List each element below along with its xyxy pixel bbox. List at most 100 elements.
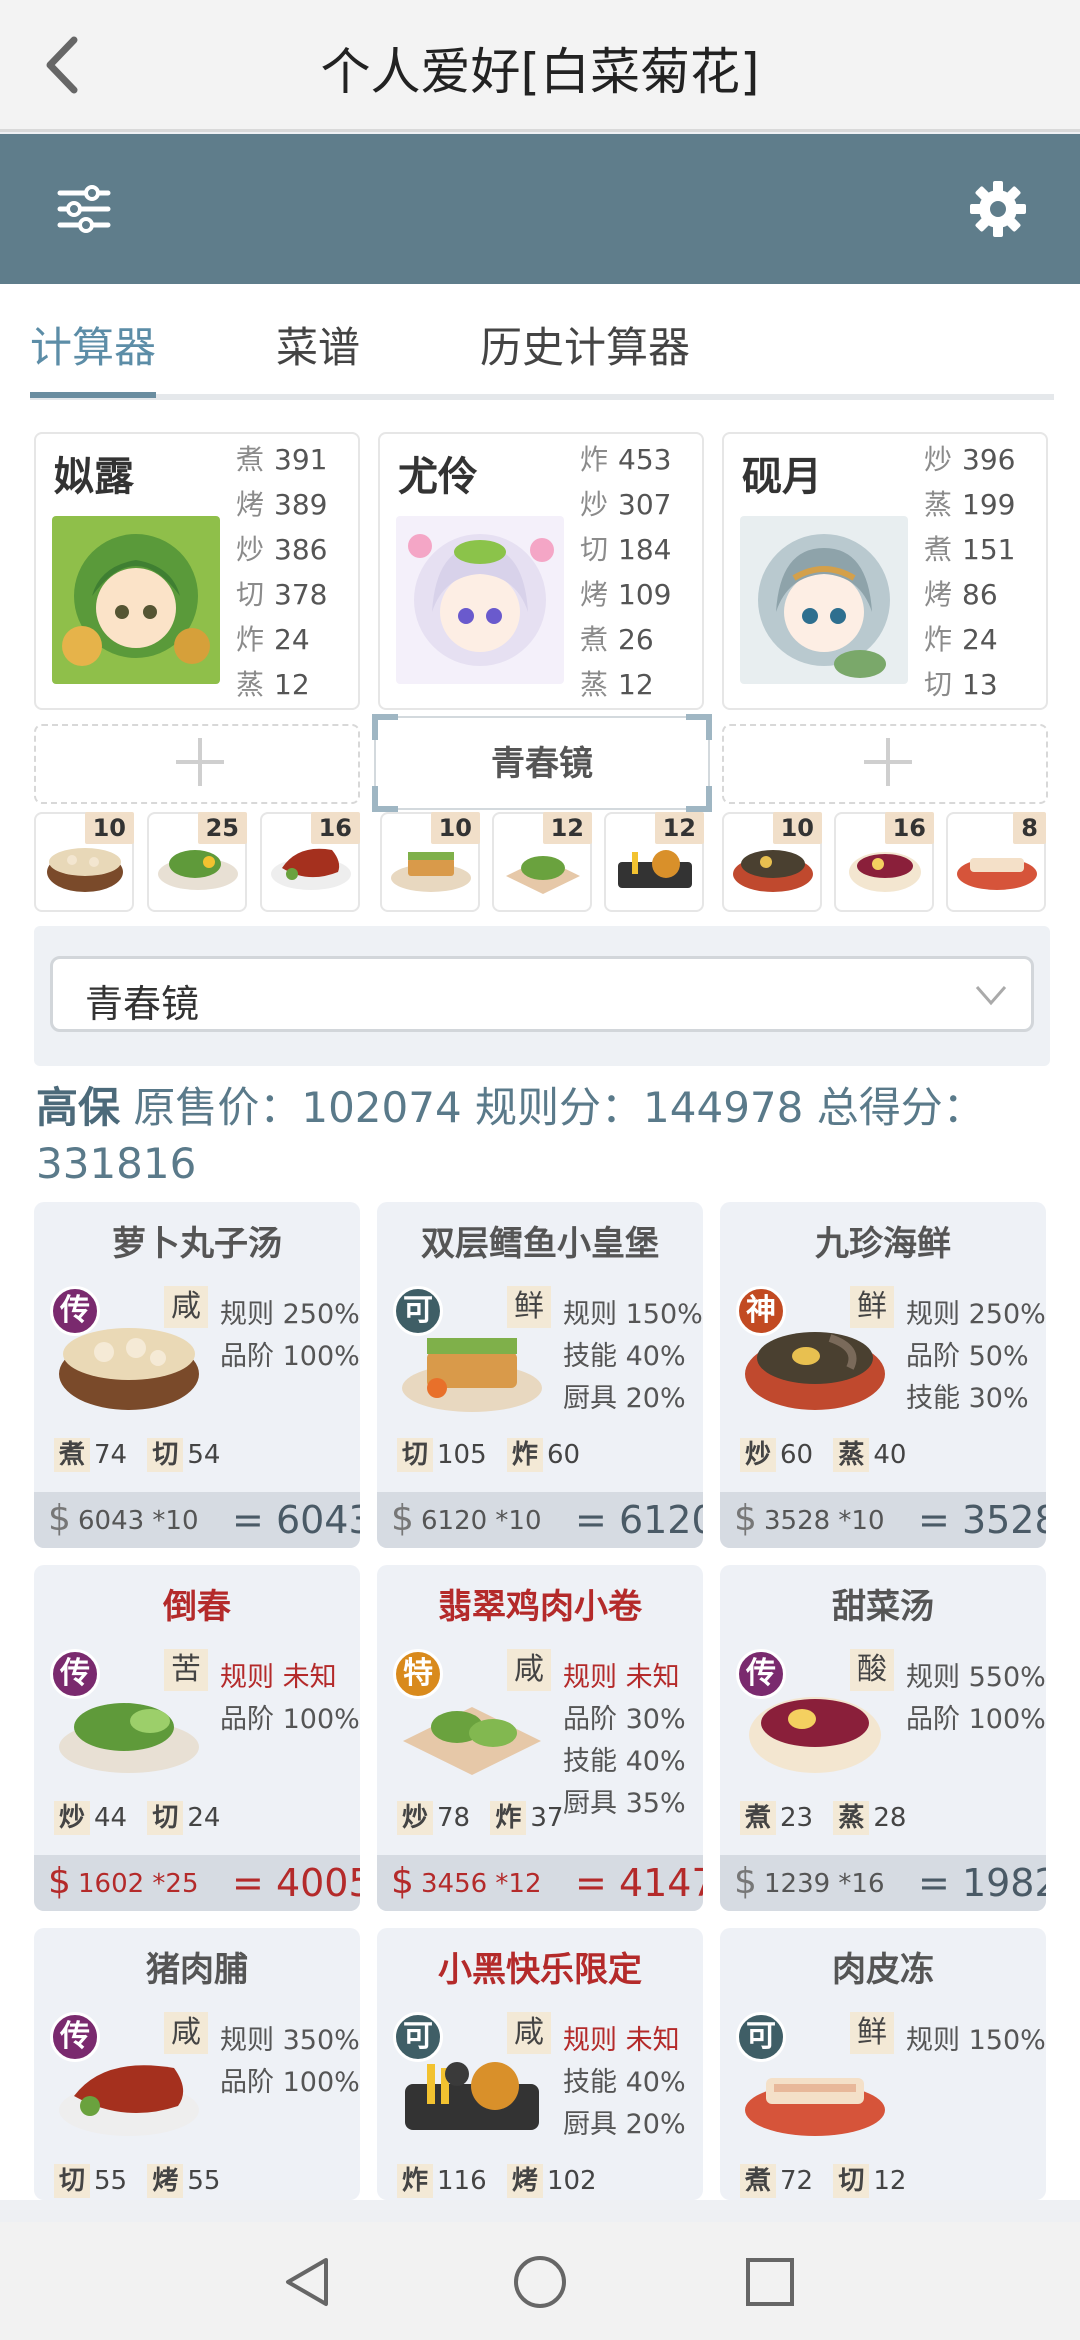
recipe-card[interactable]: 甜菜汤 传 酸 规则 550% 品阶 100% 煮 23 蒸 28 $1239 *1… [720,1565,1046,1911]
recipe-card[interactable]: 萝卜丸子汤 传 咸 规则 250% 品阶 100% 煮 74 切 54 $6043 … [34,1202,360,1548]
skill-row: 炸 24 [924,623,998,656]
bonus-tags: 规则 未知 品阶 30% 技能 40% 厨具 35% [563,1655,701,1823]
recipe-card[interactable]: 猪肉脯 传 咸 规则 350% 品阶 100% 切 55 烤 55 [34,1928,360,2200]
seafood-bowl-image [745,1332,885,1410]
chef-portrait [396,516,564,684]
soup-bowl-image [59,1328,199,1410]
dish-slot[interactable]: 10 [380,812,480,912]
bonus-tag: 品阶 50% [906,1341,1029,1372]
dish-slot[interactable]: 16 [260,812,360,912]
tab-calculator[interactable]: 计算器 [30,314,156,375]
nav-back-icon[interactable] [280,2254,336,2310]
recipe-name: 九珍海鲜 [815,1224,951,1264]
bonus-tag: 厨具 20% [563,1383,686,1414]
bonus-tag: 规则 350% [220,2025,360,2056]
plus-icon [176,738,224,786]
chicken-roll-image [403,1707,541,1775]
skill-requirements: 煮 74 切 54 [54,1434,232,1472]
chef-portrait [52,516,220,684]
dish-slot[interactable]: 10 [34,812,134,912]
equipment-select-container: 青春镜 [34,926,1050,1066]
corner-bracket [372,786,398,812]
bonus-tag: 品阶 100% [220,2067,360,2098]
recipe-name: 甜菜汤 [832,1587,934,1627]
dollar-icon: $ [734,1498,757,1539]
skill-row: 切 378 [236,578,328,611]
tab-recipes[interactable]: 菜谱 [276,314,360,375]
recipe-name: 双层鳕鱼小皇堡 [421,1224,659,1264]
dish-slot[interactable]: 8 [946,812,1046,912]
filter-sliders-icon[interactable] [54,179,114,239]
bonus-tags: 规则 350% 品阶 100% [220,2018,360,2102]
skill-row: 蒸 12 [580,668,654,701]
beet-soup-image [749,1697,881,1773]
bonus-tag: 技能 40% [563,1746,686,1777]
equipment-slot-empty-3[interactable] [722,724,1048,804]
chef-card-1[interactable]: 姒露 煮 391 烤 389 炒 386 切 378 炸 24 蒸 12 [34,432,360,710]
dollar-icon: $ [391,1861,414,1902]
recipe-name: 猪肉脯 [146,1950,248,1990]
skill-row: 切 13 [924,668,998,701]
title-bar: 个人爱好[白菜菊花] [0,0,1080,132]
skill-row: 煮 391 [236,443,328,476]
bonus-tag: 厨具 20% [563,2109,686,2140]
chef-skills: 炸 453 炒 307 切 184 烤 109 煮 26 蒸 12 [580,438,700,708]
bonus-tag: 技能 40% [563,2067,686,2098]
corner-bracket [686,786,712,812]
green-vegetable-dish-image [59,1703,199,1773]
chef-name: 尤伶 [398,454,478,500]
gear-icon[interactable] [968,179,1028,239]
recipe-card[interactable]: 倒春 传 苦 规则 未知 品阶 100% 炒 44 切 24 $1602 *25 = … [34,1565,360,1911]
recipe-card[interactable]: 双层鳕鱼小皇堡 可 鲜 规则 150% 技能 40% 厨具 20% 切 105 炸… [377,1202,703,1548]
dish-slot[interactable]: 25 [147,812,247,912]
dollar-icon: $ [734,1861,757,1902]
bonus-tags: 规则 150% [906,2018,1046,2060]
bonus-tag: 品阶 30% [563,1704,686,1735]
recipe-card[interactable]: 翡翠鸡肉小卷 特 咸 规则 未知 品阶 30% 技能 40% 厨具 35% 炒7… [377,1565,703,1911]
dish-quantity: 8 [1013,812,1046,844]
fast-food-platter-image [405,2062,539,2130]
skill-requirements: 炒 44 切 24 [54,1797,232,1835]
skill-requirements: 切 55 烤 55 [54,2160,232,2198]
recipe-card[interactable]: 肉皮冻 可 鲜 规则 150% 煮 72 切 12 [720,1928,1046,2200]
nav-home-icon[interactable] [512,2254,568,2310]
bonus-tag: 规则 550% [906,1662,1046,1693]
chef-card-2[interactable]: 尤伶 炸 453 炒 307 切 184 烤 109 煮 26 蒸 12 [378,432,704,710]
recipe-card[interactable]: 九珍海鲜 神 鲜 规则 250% 品阶 50% 技能 30% 炒 60 蒸 40 $… [720,1202,1046,1548]
dish-slot[interactable]: 16 [834,812,934,912]
recipe-name: 倒春 [163,1587,231,1627]
recipe-card[interactable]: 小黑快乐限定 可 咸 规则 未知 技能 40% 厨具 20% 炸 116 烤 102 [377,1928,703,2200]
chef-portrait [740,516,908,684]
fish-burger-image [402,1338,542,1412]
chef-name: 砚月 [742,454,822,500]
bonus-tag: 规则 未知 [220,1662,337,1693]
skill-requirements: 煮 72 切 12 [740,2160,918,2198]
skill-row: 烤 109 [580,578,672,611]
price-row: $3456 *12= 41472 [377,1855,703,1911]
dish-slot[interactable]: 12 [492,812,592,912]
skill-row: 炒 307 [580,488,672,521]
skill-requirements: 煮 23 蒸 28 [740,1797,918,1835]
dish-quantity: 12 [654,812,704,844]
dish-slot[interactable]: 10 [722,812,822,912]
skill-row: 煮 26 [580,623,654,656]
dish-quantity: 12 [542,812,592,844]
nav-recents-icon[interactable] [742,2254,798,2310]
dish-quantity: 10 [772,812,822,844]
skill-row: 蒸 199 [924,488,1016,521]
skill-row: 蒸 12 [236,668,310,701]
price-row: $1239 *16= 19824 [720,1855,1046,1911]
tab-history-calculator[interactable]: 历史计算器 [480,314,690,375]
skill-row: 烤 86 [924,578,998,611]
summary-name: 高保 [36,1083,121,1132]
plus-icon [864,738,912,786]
equipment-slot-selected[interactable]: 青春镜 [372,714,712,812]
dish-slot[interactable]: 12 [604,812,704,912]
recipe-name: 萝卜丸子汤 [112,1224,282,1264]
recipe-name: 翡翠鸡肉小卷 [438,1587,642,1627]
bonus-tag: 品阶 100% [220,1341,360,1372]
equipment-slot-empty-1[interactable] [34,724,360,804]
equipment-select[interactable]: 青春镜 [50,956,1034,1032]
skill-row: 煮 151 [924,533,1016,566]
chef-card-3[interactable]: 砚月 炒 396 蒸 199 煮 151 烤 86 炸 24 切 13 [722,432,1048,710]
